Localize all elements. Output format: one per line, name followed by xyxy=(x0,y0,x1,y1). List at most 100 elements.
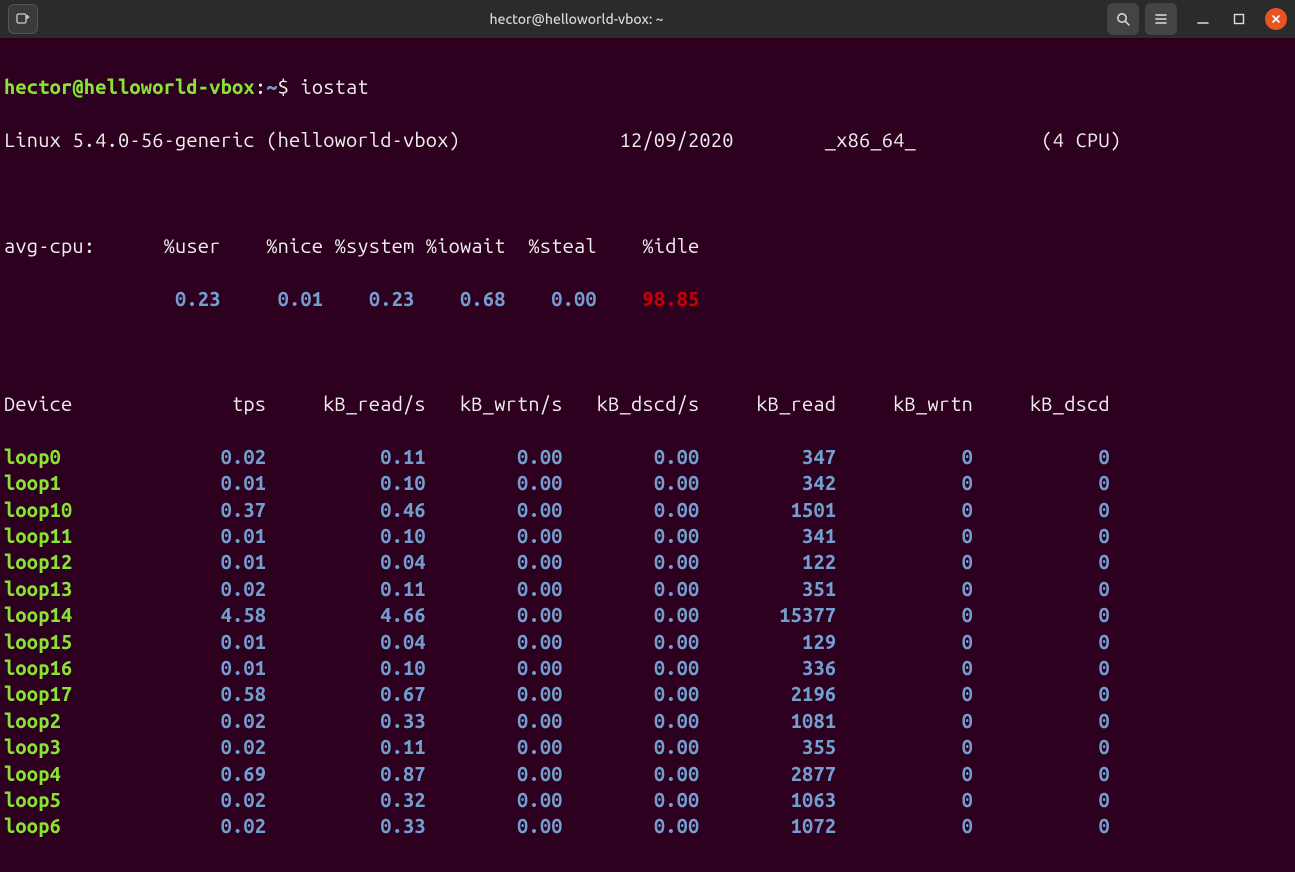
device-tps: 0.01 xyxy=(164,630,267,653)
device-kbwrtn: 0 xyxy=(836,471,973,494)
device-kbwrtn-s: 0.00 xyxy=(426,577,563,600)
device-name: loop3 xyxy=(4,735,164,758)
close-button[interactable] xyxy=(1265,8,1287,30)
device-name: loop0 xyxy=(4,445,164,468)
device-kbwrtn: 0 xyxy=(836,524,973,547)
prompt-line: hector@helloworld-vbox:~$ iostat xyxy=(4,74,1289,100)
device-row: loop5 0.02 0.32 0.00 0.00 1063 0 0 xyxy=(4,787,1289,813)
avgcpu-value: 0.23 xyxy=(107,287,221,310)
device-kbdscd: 0 xyxy=(973,788,1110,811)
device-tps: 0.02 xyxy=(164,788,267,811)
device-kbread-s: 0.32 xyxy=(266,788,426,811)
device-name: loop11 xyxy=(4,524,164,547)
device-header: Device tps kB_read/s kB_wrtn/s kB_dscd/s… xyxy=(4,391,1289,417)
device-kbdscd-s: 0.00 xyxy=(563,709,700,732)
window-title: hector@helloworld-vbox: ~ xyxy=(46,11,1107,27)
menu-button[interactable] xyxy=(1145,3,1177,35)
device-tps: 0.02 xyxy=(164,445,267,468)
avgcpu-header: avg-cpu: %user %nice %system %iowait %st… xyxy=(4,233,1289,259)
device-kbwrtn-s: 0.00 xyxy=(426,603,563,626)
device-kbread: 1072 xyxy=(699,814,836,837)
device-kbdscd-s: 0.00 xyxy=(563,814,700,837)
device-name: loop17 xyxy=(4,682,164,705)
prompt-sep: : xyxy=(255,75,266,98)
device-kbread: 342 xyxy=(699,471,836,494)
device-row: loop14 4.58 4.66 0.00 0.00 15377 0 0 xyxy=(4,602,1289,628)
device-kbdscd: 0 xyxy=(973,814,1110,837)
device-kbdscd: 0 xyxy=(973,524,1110,547)
device-kbdscd: 0 xyxy=(973,656,1110,679)
device-tps: 4.58 xyxy=(164,603,267,626)
device-kbwrtn: 0 xyxy=(836,630,973,653)
device-row: loop16 0.01 0.10 0.00 0.00 336 0 0 xyxy=(4,655,1289,681)
device-kbread: 2196 xyxy=(699,682,836,705)
close-icon xyxy=(1270,13,1282,25)
device-kbdscd: 0 xyxy=(973,682,1110,705)
minimize-icon xyxy=(1197,13,1209,25)
device-row: loop12 0.01 0.04 0.00 0.00 122 0 0 xyxy=(4,549,1289,575)
device-tps: 0.02 xyxy=(164,814,267,837)
device-tps: 0.69 xyxy=(164,762,267,785)
device-kbdscd-s: 0.00 xyxy=(563,498,700,521)
device-kbdscd: 0 xyxy=(973,498,1110,521)
device-kbread-s: 0.04 xyxy=(266,550,426,573)
device-tps: 0.02 xyxy=(164,735,267,758)
device-tps: 0.01 xyxy=(164,471,267,494)
device-kbwrtn-s: 0.00 xyxy=(426,735,563,758)
device-row: loop13 0.02 0.11 0.00 0.00 351 0 0 xyxy=(4,576,1289,602)
device-kbread-s: 0.04 xyxy=(266,630,426,653)
new-tab-button[interactable] xyxy=(8,4,38,34)
device-name: loop13 xyxy=(4,577,164,600)
device-name: loop5 xyxy=(4,788,164,811)
device-kbwrtn-s: 0.00 xyxy=(426,471,563,494)
device-name: loop10 xyxy=(4,498,164,521)
device-kbdscd-s: 0.00 xyxy=(563,524,700,547)
device-row: loop4 0.69 0.87 0.00 0.00 2877 0 0 xyxy=(4,761,1289,787)
device-row: loop1 0.01 0.10 0.00 0.00 342 0 0 xyxy=(4,470,1289,496)
device-name: loop4 xyxy=(4,762,164,785)
device-tps: 0.01 xyxy=(164,524,267,547)
titlebar: hector@helloworld-vbox: ~ xyxy=(0,0,1295,38)
device-kbwrtn-s: 0.00 xyxy=(426,682,563,705)
device-kbread: 1081 xyxy=(699,709,836,732)
device-kbread-s: 0.87 xyxy=(266,762,426,785)
device-kbread: 1501 xyxy=(699,498,836,521)
device-kbdscd-s: 0.00 xyxy=(563,603,700,626)
device-kbread-s: 0.11 xyxy=(266,445,426,468)
device-kbread-s: 0.10 xyxy=(266,524,426,547)
prompt-userhost: hector@helloworld-vbox xyxy=(4,75,255,98)
device-kbdscd: 0 xyxy=(973,550,1110,573)
device-kbread: 122 xyxy=(699,550,836,573)
maximize-button[interactable] xyxy=(1229,9,1249,29)
avgcpu-value: 0.23 xyxy=(323,287,414,310)
device-tps: 0.01 xyxy=(164,656,267,679)
device-kbwrtn-s: 0.00 xyxy=(426,498,563,521)
device-kbdscd-s: 0.00 xyxy=(563,735,700,758)
device-name: loop1 xyxy=(4,471,164,494)
device-tps: 0.58 xyxy=(164,682,267,705)
device-kbwrtn: 0 xyxy=(836,814,973,837)
device-kbdscd-s: 0.00 xyxy=(563,656,700,679)
device-kbdscd-s: 0.00 xyxy=(563,630,700,653)
device-kbwrtn: 0 xyxy=(836,709,973,732)
device-tps: 0.02 xyxy=(164,577,267,600)
search-button[interactable] xyxy=(1107,3,1139,35)
device-kbread: 336 xyxy=(699,656,836,679)
avgcpu-values: 0.23 0.01 0.23 0.68 0.00 98.85 xyxy=(4,286,1289,312)
device-kbwrtn: 0 xyxy=(836,762,973,785)
device-kbread-s: 0.67 xyxy=(266,682,426,705)
device-row: loop11 0.01 0.10 0.00 0.00 341 0 0 xyxy=(4,523,1289,549)
device-kbwrtn-s: 0.00 xyxy=(426,709,563,732)
device-kbread: 351 xyxy=(699,577,836,600)
terminal-output[interactable]: hector@helloworld-vbox:~$ iostat Linux 5… xyxy=(0,38,1295,872)
device-kbwrtn: 0 xyxy=(836,603,973,626)
device-kbwrtn-s: 0.00 xyxy=(426,630,563,653)
device-kbread: 15377 xyxy=(699,603,836,626)
avgcpu-idle: 98.85 xyxy=(597,287,700,310)
device-kbwrtn: 0 xyxy=(836,498,973,521)
device-kbread-s: 4.66 xyxy=(266,603,426,626)
device-kbread-s: 0.11 xyxy=(266,577,426,600)
minimize-button[interactable] xyxy=(1193,9,1213,29)
device-kbdscd: 0 xyxy=(973,577,1110,600)
device-kbdscd: 0 xyxy=(973,762,1110,785)
